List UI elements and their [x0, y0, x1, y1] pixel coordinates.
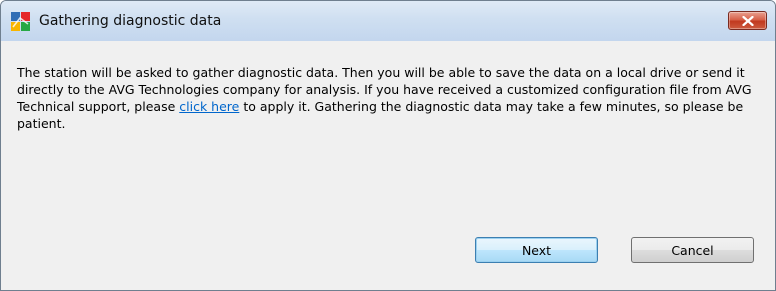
- cancel-button[interactable]: Cancel: [631, 237, 754, 263]
- close-icon: [742, 16, 754, 26]
- dialog-body: The station will be asked to gather diag…: [9, 41, 767, 290]
- avg-logo-icon: [11, 12, 30, 31]
- message-text: The station will be asked to gather diag…: [17, 64, 765, 132]
- close-button[interactable]: [728, 11, 767, 30]
- window-title: Gathering diagnostic data: [39, 13, 222, 29]
- title-bar[interactable]: Gathering diagnostic data: [1, 1, 775, 41]
- dialog-window: Gathering diagnostic data The station wi…: [0, 0, 776, 291]
- click-here-link[interactable]: click here: [179, 99, 239, 114]
- next-button[interactable]: Next: [475, 237, 598, 263]
